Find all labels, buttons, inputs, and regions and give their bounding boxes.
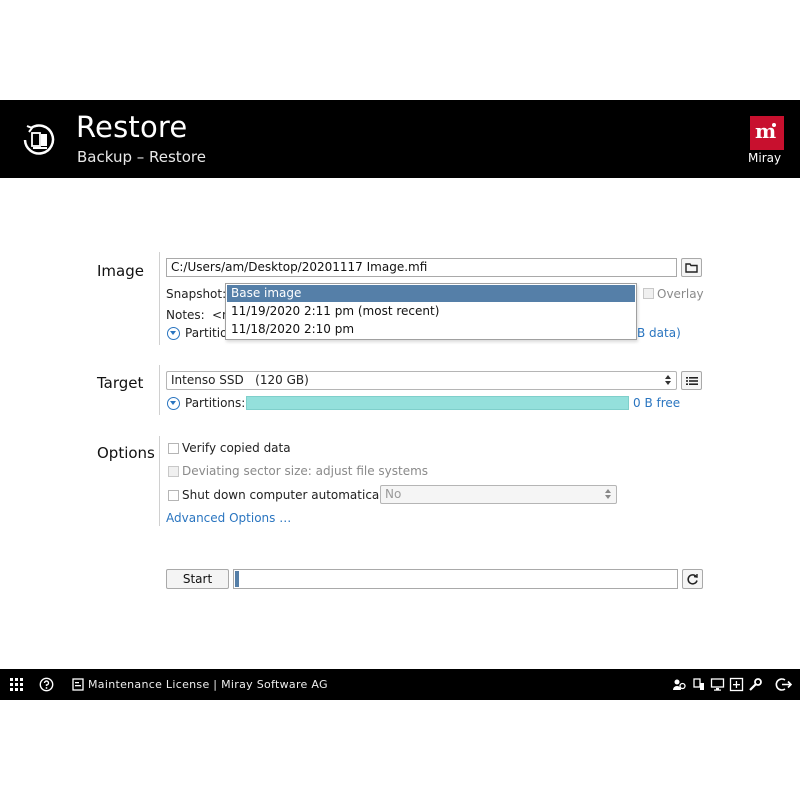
- shutdown-checkbox[interactable]: [168, 490, 179, 501]
- folder-icon: [685, 263, 698, 273]
- image-section-label: Image: [97, 262, 144, 280]
- shutdown-select[interactable]: No: [380, 485, 617, 504]
- help-icon[interactable]: [39, 677, 54, 692]
- snapshot-option-recent[interactable]: 11/19/2020 2:11 pm (most recent): [227, 303, 635, 320]
- overlay-label: Overlay: [657, 287, 704, 301]
- target-section-label: Target: [97, 374, 144, 392]
- verify-label: Verify copied data: [182, 441, 291, 455]
- wrench-icon[interactable]: [748, 677, 763, 692]
- refresh-icon: [687, 573, 698, 585]
- target-partition-bar[interactable]: [246, 396, 629, 410]
- display-icon[interactable]: [710, 677, 725, 692]
- license-text[interactable]: Maintenance License | Miray Software AG: [88, 678, 328, 691]
- image-partitions-label: Partitio: [185, 326, 228, 340]
- shutdown-label: Shut down computer automatically:: [182, 488, 397, 502]
- select-arrows-icon: [665, 375, 672, 386]
- snapshot-option-base[interactable]: Base image: [227, 285, 635, 302]
- shutdown-value: No: [385, 487, 402, 501]
- advanced-options-link[interactable]: Advanced Options …: [166, 511, 291, 525]
- deviating-sector-label: Deviating sector size: adjust file syste…: [182, 464, 429, 478]
- users-icon[interactable]: [672, 677, 687, 692]
- select-arrows-icon: [605, 489, 612, 500]
- license-icon[interactable]: [71, 677, 86, 692]
- expand-partitions-icon[interactable]: [167, 327, 180, 340]
- add-window-icon[interactable]: [729, 677, 744, 692]
- app-header: Restore Backup – Restore m Miray: [0, 100, 800, 178]
- image-partitions-summary[interactable]: B data): [637, 326, 681, 340]
- brand-name: Miray: [748, 151, 782, 165]
- options-section-label: Options: [97, 444, 155, 462]
- image-path-field[interactable]: C:/Users/am/Desktop/20201117 Image.mfi: [166, 258, 677, 277]
- notes-label: Notes:: [166, 308, 205, 322]
- browse-folder-button[interactable]: [681, 258, 702, 277]
- progress-bar: [233, 569, 678, 589]
- target-drive-value: Intenso SSD (120 GB): [171, 373, 309, 387]
- snapshot-option-older[interactable]: 11/18/2020 2:10 pm: [227, 321, 635, 338]
- page-title: Restore: [76, 110, 188, 144]
- image-section-divider: [159, 252, 160, 345]
- snapshot-label: Snapshot:: [166, 287, 227, 301]
- target-drive-select[interactable]: Intenso SSD (120 GB): [166, 371, 677, 390]
- network-icon[interactable]: [691, 677, 706, 692]
- apps-grid-icon[interactable]: [9, 677, 24, 692]
- refresh-button[interactable]: [682, 569, 703, 589]
- expand-target-partitions-icon[interactable]: [167, 397, 180, 410]
- progress-fill: [235, 571, 239, 587]
- drive-list-button[interactable]: [681, 371, 702, 390]
- options-section-divider: [159, 436, 160, 526]
- verify-checkbox[interactable]: [168, 443, 179, 454]
- start-button[interactable]: Start: [166, 569, 229, 589]
- target-partitions-label: Partitions:: [185, 396, 246, 410]
- overlay-checkbox[interactable]: [643, 288, 654, 299]
- deviating-sector-checkbox[interactable]: [168, 466, 179, 477]
- snapshot-dropdown-list[interactable]: Base image 11/19/2020 2:11 pm (most rece…: [225, 283, 637, 340]
- exit-icon[interactable]: [775, 677, 792, 692]
- list-icon: [685, 376, 698, 385]
- breadcrumb: Backup – Restore: [77, 148, 206, 166]
- miray-logo: m: [750, 116, 784, 150]
- status-bar: Maintenance License | Miray Software AG: [0, 669, 800, 700]
- restore-app-icon: [23, 124, 55, 155]
- target-section-divider: [159, 365, 160, 415]
- target-free-space[interactable]: 0 B free: [633, 396, 680, 410]
